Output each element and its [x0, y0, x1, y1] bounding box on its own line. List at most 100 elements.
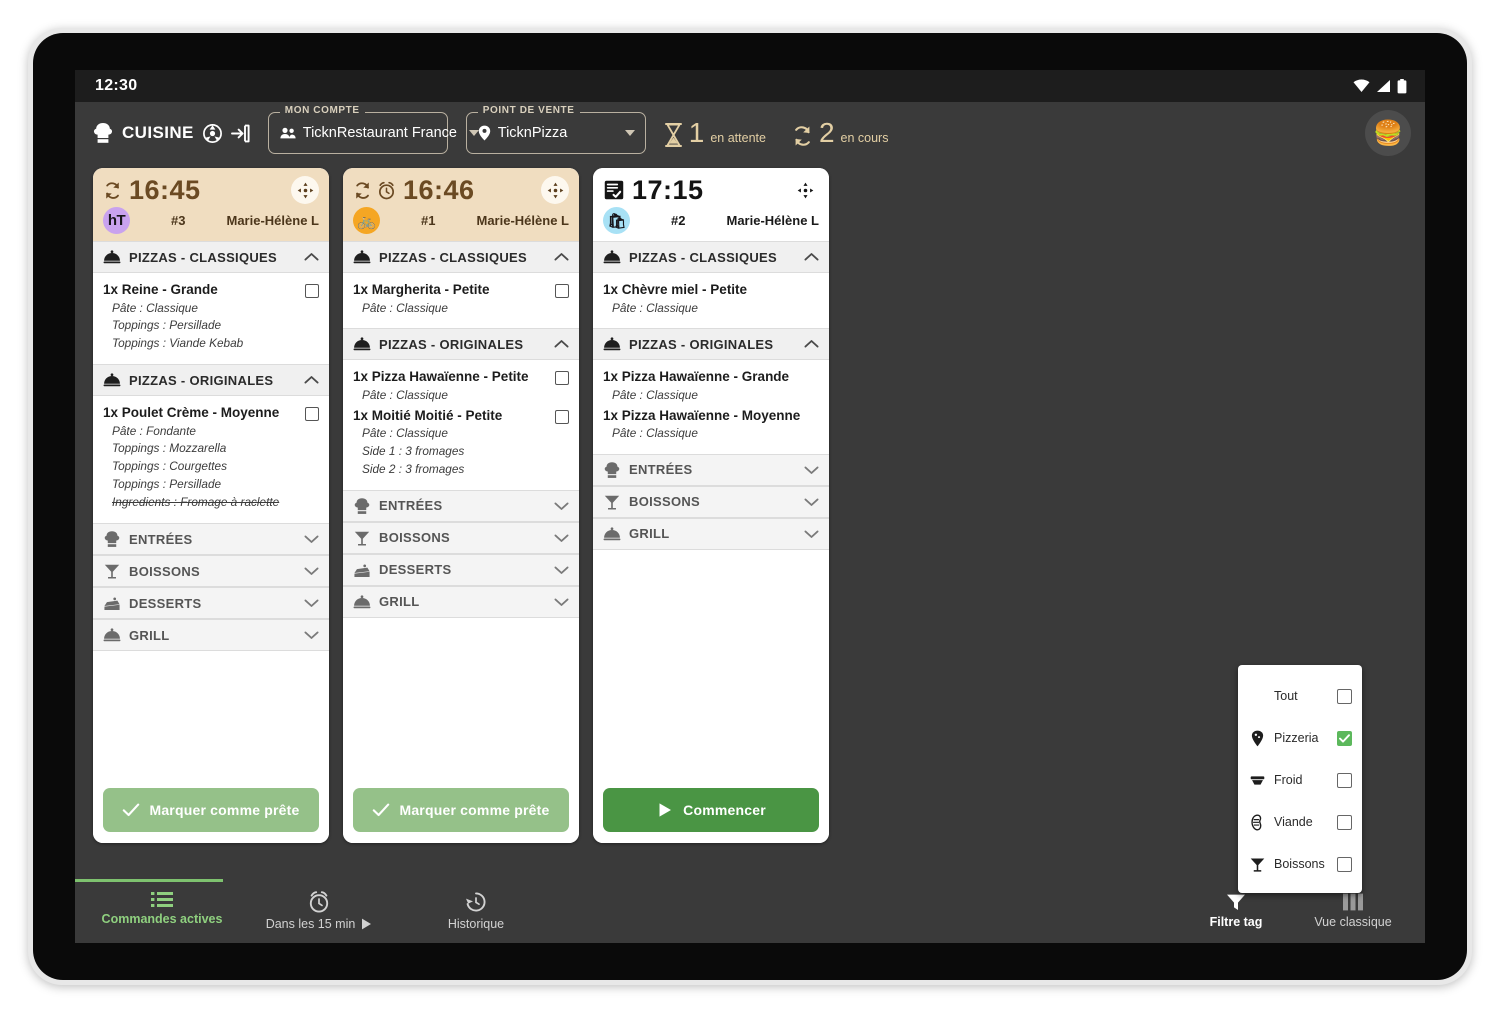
- category-header[interactable]: ENTRÉES: [593, 453, 829, 486]
- category-toggle[interactable]: [804, 529, 819, 539]
- mark-ready-button[interactable]: Marquer comme prête: [353, 788, 569, 832]
- cocktail-icon: [354, 531, 370, 546]
- filter-checkbox[interactable]: [1337, 772, 1352, 788]
- chevron-up-icon[interactable]: [554, 252, 569, 262]
- filter-row-froid[interactable]: Froid: [1238, 759, 1362, 801]
- receipt-check-icon: [604, 180, 624, 200]
- chevron-down-icon[interactable]: [304, 598, 319, 608]
- category-icon: [103, 562, 121, 580]
- category-toggle[interactable]: [304, 252, 319, 262]
- filter-checkbox[interactable]: [1337, 814, 1352, 830]
- category-header[interactable]: GRILL: [343, 585, 579, 618]
- start-order-button[interactable]: Commencer: [603, 788, 819, 832]
- mark-ready-button[interactable]: Marquer comme prête: [103, 788, 319, 832]
- category-header[interactable]: GRILL: [593, 517, 829, 550]
- filter-row-boissons[interactable]: Boissons: [1238, 843, 1362, 885]
- nav-commandes-actives[interactable]: Commandes actives: [87, 891, 237, 926]
- order-item-checkbox[interactable]: [305, 284, 319, 299]
- meat-icon: [1249, 814, 1269, 831]
- category-toggle[interactable]: [554, 533, 569, 543]
- nav-vue-classique[interactable]: Vue classique: [1307, 893, 1399, 929]
- order-item-checkbox[interactable]: [555, 371, 569, 386]
- category-toggle[interactable]: [554, 597, 569, 607]
- chevron-up-icon[interactable]: [804, 339, 819, 349]
- category-header[interactable]: ENTRÉES: [343, 489, 579, 522]
- category-toggle[interactable]: [554, 252, 569, 262]
- nav-dans-15-min[interactable]: Dans les 15 min: [243, 891, 395, 931]
- category-toggle[interactable]: [804, 465, 819, 475]
- chevron-down-icon[interactable]: [624, 130, 635, 136]
- category-toggle[interactable]: [804, 252, 819, 262]
- avatar[interactable]: 🍔: [1365, 110, 1411, 156]
- category-icon: [103, 530, 121, 548]
- chevron-down-icon[interactable]: [804, 465, 819, 475]
- chevron-down-icon[interactable]: [554, 565, 569, 575]
- chevron-down-icon[interactable]: [554, 501, 569, 511]
- point-of-sale-selector[interactable]: POINT DE VENTE TicknPizza: [465, 105, 646, 154]
- chevron-up-icon[interactable]: [554, 339, 569, 349]
- category-toggle[interactable]: [804, 497, 819, 507]
- order-item-checkbox[interactable]: [555, 284, 569, 299]
- category-toggle[interactable]: [804, 339, 819, 349]
- category-header[interactable]: BOISSONS: [343, 521, 579, 554]
- order-card[interactable]: 16:45 hT #3 Marie-Hélène L PIZZAS - CLASSIQU…: [93, 168, 329, 843]
- category-toggle[interactable]: [304, 534, 319, 544]
- chevron-up-icon[interactable]: [804, 252, 819, 262]
- order-item-checkbox[interactable]: [555, 409, 569, 424]
- category-toggle[interactable]: [554, 339, 569, 349]
- order-item-checkbox[interactable]: [305, 407, 319, 422]
- waiting-label: en attente: [710, 131, 766, 145]
- category-toggle[interactable]: [304, 375, 319, 385]
- order-item-option: Toppings : Mozzarella: [112, 441, 227, 456]
- chevron-down-icon[interactable]: [304, 566, 319, 576]
- chevron-down-icon[interactable]: [554, 533, 569, 543]
- tag-filter-panel[interactable]: Tout Pizzeria Froid Viande Boissons: [1238, 665, 1362, 893]
- play-icon[interactable]: [361, 918, 372, 930]
- cocktail-icon: [1250, 858, 1265, 872]
- category-header[interactable]: PIZZAS - CLASSIQUES: [593, 241, 829, 274]
- category-icon: [353, 561, 371, 579]
- chevron-up-icon[interactable]: [304, 375, 319, 385]
- category-header[interactable]: PIZZAS - ORIGINALES: [343, 328, 579, 361]
- category-toggle[interactable]: [304, 630, 319, 640]
- order-card[interactable]: 17:15 🛍 #2 Marie-Hélène L PIZZAS - CLASSIQUE…: [593, 168, 829, 843]
- chevron-down-icon[interactable]: [804, 497, 819, 507]
- category-header[interactable]: BOISSONS: [593, 485, 829, 518]
- category-header[interactable]: DESSERTS: [343, 553, 579, 586]
- move-order-button[interactable]: [291, 176, 319, 205]
- alarm-clock-icon: [309, 891, 329, 913]
- filter-checkbox[interactable]: [1337, 730, 1352, 746]
- move-order-button[interactable]: [541, 176, 569, 205]
- chevron-up-icon[interactable]: [304, 252, 319, 262]
- category-toggle[interactable]: [554, 501, 569, 511]
- category-header[interactable]: PIZZAS - CLASSIQUES: [93, 241, 329, 274]
- filter-checkbox[interactable]: [1337, 856, 1352, 872]
- settings-icon[interactable]: [202, 123, 222, 143]
- chevron-down-icon[interactable]: [804, 529, 819, 539]
- category-toggle[interactable]: [554, 565, 569, 575]
- category-header[interactable]: DESSERTS: [93, 587, 329, 620]
- category-header[interactable]: PIZZAS - ORIGINALES: [593, 328, 829, 361]
- filter-checkbox[interactable]: [1337, 688, 1352, 704]
- category-header[interactable]: ENTRÉES: [93, 523, 329, 556]
- nav-filtre-tag[interactable]: Filtre tag: [1193, 893, 1279, 929]
- filter-row-viande[interactable]: Viande: [1238, 801, 1362, 843]
- filter-row-tout[interactable]: Tout: [1238, 675, 1362, 717]
- category-header[interactable]: GRILL: [93, 619, 329, 652]
- category-header[interactable]: PIZZAS - CLASSIQUES: [343, 241, 579, 274]
- people-icon: [280, 127, 296, 139]
- category-header[interactable]: BOISSONS: [93, 555, 329, 588]
- logout-icon[interactable]: [230, 124, 250, 143]
- filter-row-pizzeria[interactable]: Pizzeria: [1238, 717, 1362, 759]
- account-selector[interactable]: MON COMPTE TicknRestaurant France: [267, 105, 479, 154]
- category-header[interactable]: PIZZAS - ORIGINALES: [93, 364, 329, 397]
- order-item: 1x Moitié Moitié - Petite Pâte : Classiqu…: [353, 407, 569, 479]
- category-toggle[interactable]: [304, 598, 319, 608]
- move-order-button[interactable]: [791, 176, 819, 204]
- chevron-down-icon[interactable]: [554, 597, 569, 607]
- nav-historique[interactable]: Historique: [401, 891, 551, 931]
- chevron-down-icon[interactable]: [304, 534, 319, 544]
- category-toggle[interactable]: [304, 566, 319, 576]
- order-card[interactable]: 16:46 🚲 #1 Marie-Hélène L PIZZAS - CLASSIQUE…: [343, 168, 579, 843]
- chevron-down-icon[interactable]: [304, 630, 319, 640]
